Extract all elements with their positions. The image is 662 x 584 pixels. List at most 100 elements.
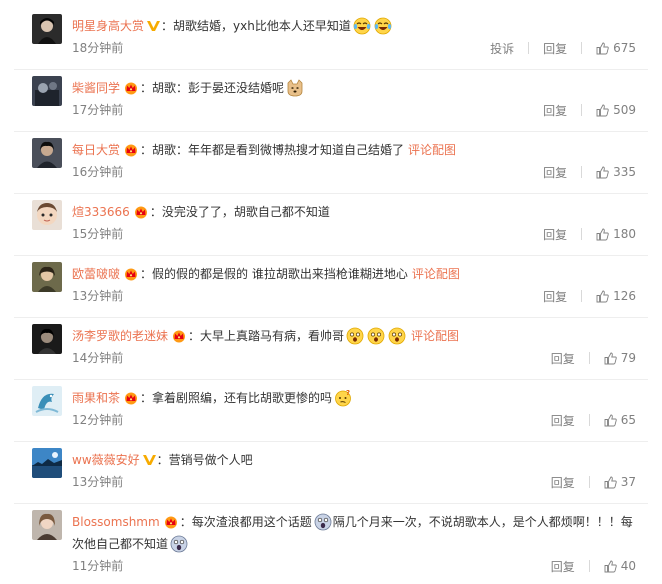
comment-actions: 回复 79	[551, 350, 636, 366]
username-link[interactable]: 每日大赏	[72, 143, 120, 157]
like-count: 65	[620, 413, 636, 427]
like-button[interactable]: 79	[604, 351, 636, 365]
doge-emoji-icon	[286, 78, 304, 97]
avatar[interactable]	[32, 448, 62, 478]
comment-text: ：胡歌：彭于晏还没结婚呢	[140, 81, 285, 95]
comment-text: ：没完没了了，胡歌自己都不知道	[149, 205, 330, 219]
divider	[528, 42, 530, 54]
avatar[interactable]	[32, 324, 62, 354]
divider	[581, 290, 583, 302]
shocked-face-emoji-icon	[367, 327, 385, 345]
username-link[interactable]: ww薇薇安好	[72, 453, 140, 467]
comment-actions: 回复 65	[551, 412, 636, 428]
comment-body: 煊333666 ：没完没了了，胡歌自己都不知道	[72, 201, 640, 223]
like-button[interactable]: 335	[596, 165, 636, 179]
laughing-tears-emoji-icon	[353, 17, 371, 35]
comment-text: ：胡歌结婚，yxh比他本人还早知道	[161, 19, 351, 33]
comment-body: 每日大赏 ：胡歌：年年都是看到微博热搜才知道自己结婚了 评论配图	[72, 139, 640, 161]
like-count: 79	[620, 351, 636, 365]
divider	[14, 131, 648, 132]
divider	[581, 228, 583, 240]
like-button[interactable]: 180	[596, 227, 636, 241]
comment-body: 柴酱同学 ：胡歌：彭于晏还没结婚呢	[72, 77, 640, 99]
username-link[interactable]: Blossomshmm	[72, 515, 160, 529]
username-link[interactable]: 明星身高大赏	[72, 19, 144, 33]
shocked-face-emoji-icon	[346, 327, 364, 345]
divider	[14, 441, 648, 442]
avatar[interactable]	[32, 262, 62, 292]
like-count: 509	[613, 103, 636, 117]
crown-member-icon	[123, 143, 139, 157]
crown-member-icon	[133, 205, 149, 219]
avatar[interactable]	[32, 200, 62, 230]
comment-item: 欧蕾啵啵 ：假的假的都是假的 谁拉胡歌出来挡枪谁糊进地心 评论配图 13分钟前 回复…	[0, 262, 662, 318]
username-link[interactable]: 汤李罗歌的老迷妹	[72, 329, 168, 343]
timestamp: 11分钟前	[72, 559, 124, 573]
comment-actions: 回复 509	[543, 102, 636, 118]
avatar[interactable]	[32, 510, 62, 540]
like-button[interactable]: 675	[596, 41, 636, 55]
avatar[interactable]	[32, 14, 62, 44]
comment-body: 明星身高大赏 ：胡歌结婚，yxh比他本人还早知道	[72, 15, 640, 37]
avatar[interactable]	[32, 76, 62, 106]
comment-text: ：大早上真踏马有病，看帅哥	[188, 329, 345, 343]
timestamp: 13分钟前	[72, 289, 124, 303]
thumbs-up-icon	[596, 290, 609, 302]
thumbs-up-icon	[596, 104, 609, 116]
laughing-tears-emoji-icon	[374, 17, 392, 35]
comment-body: 欧蕾啵啵 ：假的假的都是假的 谁拉胡歌出来挡枪谁糊进地心 评论配图	[72, 263, 640, 285]
comment-item: 每日大赏 ：胡歌：年年都是看到微博热搜才知道自己结婚了 评论配图 16分钟前 回复 …	[0, 138, 662, 194]
report-button[interactable]: 投诉	[490, 40, 514, 57]
reply-button[interactable]: 回复	[551, 558, 575, 575]
reply-button[interactable]: 回复	[551, 350, 575, 367]
avatar[interactable]	[32, 386, 62, 416]
comment-image-link[interactable]: 评论配图	[411, 329, 459, 343]
thumbs-up-icon	[604, 352, 617, 364]
like-count: 37	[620, 475, 636, 489]
like-button[interactable]: 509	[596, 103, 636, 117]
avatar[interactable]	[32, 138, 62, 168]
divider	[581, 166, 583, 178]
like-count: 126	[613, 289, 636, 303]
thumbs-up-icon	[604, 560, 617, 572]
like-button[interactable]: 40	[604, 559, 636, 573]
like-count: 40	[620, 559, 636, 573]
like-count: 335	[613, 165, 636, 179]
reply-button[interactable]: 回复	[543, 164, 567, 181]
reply-button[interactable]: 回复	[543, 288, 567, 305]
timestamp: 18分钟前	[72, 41, 124, 55]
reply-button[interactable]: 回复	[543, 40, 567, 57]
crown-member-icon	[163, 515, 179, 529]
reply-button[interactable]: 回复	[551, 412, 575, 429]
divider	[14, 193, 648, 194]
comment-image-link[interactable]: 评论配图	[412, 267, 460, 281]
comment-body: 雨果和茶 ：拿着剧照编，还有比胡歌更惨的吗?	[72, 387, 640, 409]
comment-text: ：营销号做个人吧	[156, 453, 253, 467]
like-count: 675	[613, 41, 636, 55]
username-link[interactable]: 欧蕾啵啵	[72, 267, 120, 281]
thumbs-up-icon	[604, 476, 617, 488]
divider	[581, 42, 583, 54]
username-link[interactable]: 煊333666	[72, 205, 130, 219]
crown-member-icon	[123, 391, 139, 405]
verified-v-icon	[147, 20, 161, 32]
username-link[interactable]: 雨果和茶	[72, 391, 120, 405]
like-button[interactable]: 126	[596, 289, 636, 303]
comment-actions: 回复 37	[551, 474, 636, 490]
timestamp: 13分钟前	[72, 475, 124, 489]
like-button[interactable]: 65	[604, 413, 636, 427]
puzzled-face-emoji-icon: ?	[334, 389, 352, 407]
reply-button[interactable]: 回复	[543, 226, 567, 243]
comment-text: ：胡歌：年年都是看到微博热搜才知道自己结婚了	[140, 143, 405, 157]
comment-actions: 回复 180	[543, 226, 636, 242]
like-button[interactable]: 37	[604, 475, 636, 489]
comment-text: ：每次渣浪都用这个话题	[179, 515, 312, 529]
reply-button[interactable]: 回复	[543, 102, 567, 119]
comment-text: ：假的假的都是假的 谁拉胡歌出来挡枪谁糊进地心	[140, 267, 408, 281]
comment-text: ：拿着剧照编，还有比胡歌更惨的吗	[140, 391, 333, 405]
comment-image-link[interactable]: 评论配图	[408, 143, 456, 157]
reply-button[interactable]: 回复	[551, 474, 575, 491]
username-link[interactable]: 柴酱同学	[72, 81, 120, 95]
timestamp: 17分钟前	[72, 103, 124, 117]
comment-actions: 回复 40	[551, 558, 636, 574]
